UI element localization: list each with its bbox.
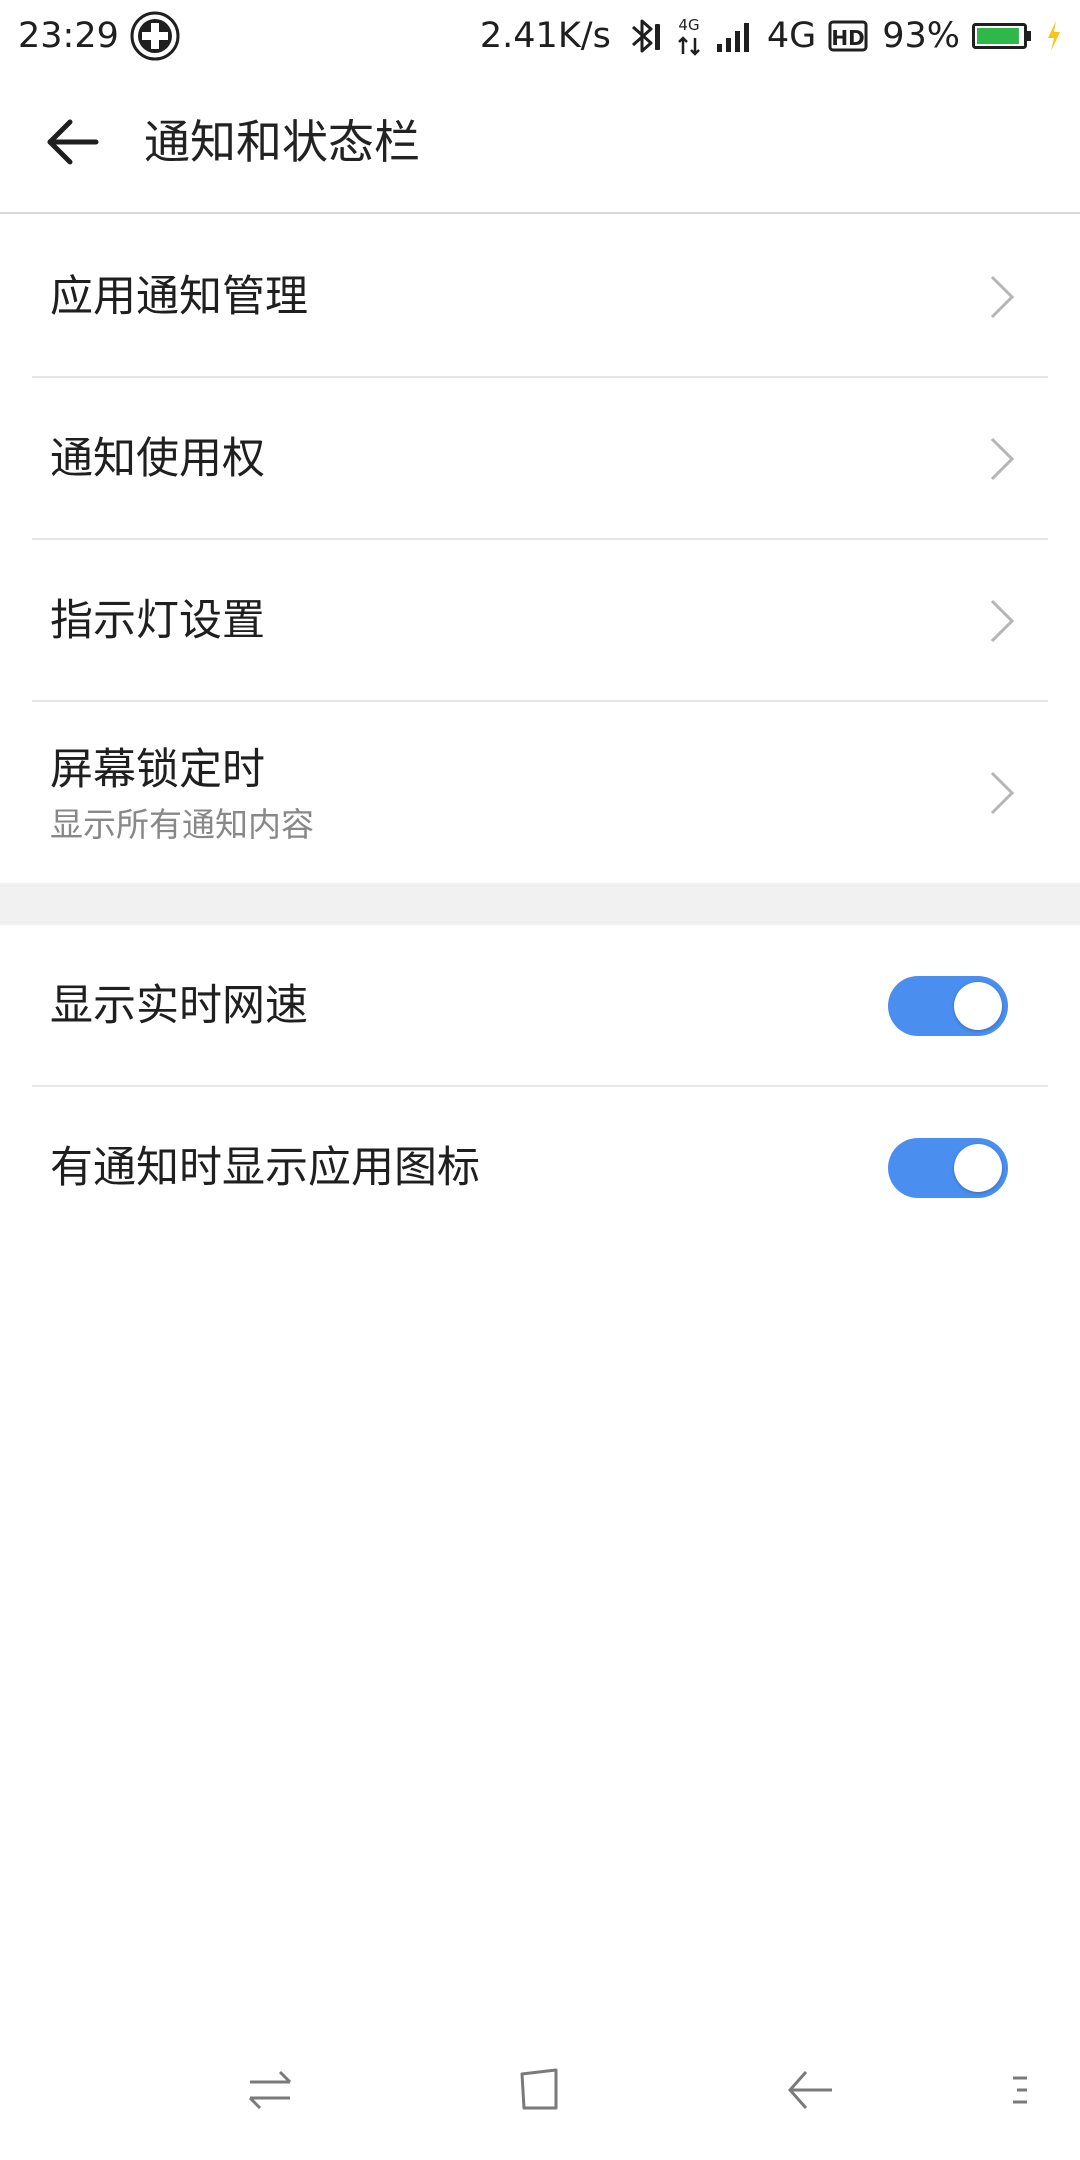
settings-item-subtitle: 显示所有通知内容	[50, 805, 314, 844]
page-title: 通知和状态栏	[144, 115, 420, 169]
small-network-label: 4G	[678, 16, 699, 34]
menu-button[interactable]	[1005, 2060, 1035, 2120]
data-arrows-icon: 4G	[675, 14, 703, 58]
settings-item-lock-screen[interactable]: 屏幕锁定时 显示所有通知内容	[0, 702, 1080, 883]
hd-badge: HD	[828, 19, 868, 53]
bluetooth-icon	[627, 16, 663, 56]
settings-item-label: 显示实时网速	[50, 981, 308, 1031]
plus-circle-icon	[129, 10, 181, 62]
charging-bolt-icon	[1046, 20, 1062, 52]
battery-icon	[972, 21, 1034, 51]
settings-item-app-notifications[interactable]: 应用通知管理	[0, 216, 1080, 378]
back-button[interactable]	[40, 110, 104, 174]
settings-item-notification-access[interactable]: 通知使用权	[0, 378, 1080, 540]
notification-settings-list: 应用通知管理 通知使用权 指示灯设置 屏幕锁定时 显示所有通知内容	[0, 216, 1080, 883]
square-icon	[520, 2068, 558, 2110]
settings-item-realtime-speed[interactable]: 显示实时网速	[0, 925, 1080, 1087]
settings-item-notification-icons[interactable]: 有通知时显示应用图标	[0, 1087, 1080, 1249]
settings-item-label: 应用通知管理	[50, 272, 308, 322]
chevron-right-icon	[990, 437, 1015, 481]
toggle-knob	[954, 982, 1002, 1030]
back-arrow-icon	[787, 2071, 832, 2109]
network-type: 4G	[766, 16, 817, 56]
system-nav-bar	[0, 2040, 1080, 2140]
nav-back-button[interactable]	[780, 2060, 840, 2120]
home-button[interactable]	[510, 2060, 570, 2120]
recents-button[interactable]	[240, 2060, 300, 2120]
battery-percent: 93%	[882, 16, 960, 56]
chevron-right-icon	[990, 771, 1015, 814]
app-header: 通知和状态栏	[0, 72, 1080, 214]
net-speed: 2.41K/s	[479, 16, 611, 56]
status-time: 23:29	[18, 16, 119, 56]
status-bar-left: 23:29	[18, 10, 181, 62]
settings-item-label: 通知使用权	[50, 434, 265, 484]
settings-item-indicator-light[interactable]: 指示灯设置	[0, 540, 1080, 702]
toggle-knob	[954, 1144, 1002, 1192]
status-bar-settings-list: 显示实时网速 有通知时显示应用图标	[0, 925, 1080, 1249]
status-bar: 23:29 2.41K/s 4G 4G HD 93%	[0, 0, 1080, 72]
settings-item-label: 有通知时显示应用图标	[50, 1143, 480, 1193]
realtime-speed-toggle[interactable]	[888, 976, 1008, 1036]
swap-arrows-icon	[248, 2070, 292, 2110]
chevron-right-icon	[990, 599, 1015, 643]
signal-icon	[715, 18, 755, 54]
settings-item-text: 屏幕锁定时 显示所有通知内容	[50, 740, 314, 848]
menu-lines-icon	[1013, 2076, 1027, 2104]
notification-icons-toggle[interactable]	[888, 1138, 1008, 1198]
settings-item-label: 指示灯设置	[50, 596, 265, 646]
status-bar-right: 2.41K/s 4G 4G HD 93%	[468, 14, 1062, 58]
chevron-right-icon	[990, 275, 1015, 319]
section-divider	[0, 883, 1080, 925]
arrow-left-icon	[47, 119, 99, 165]
settings-item-label: 屏幕锁定时	[50, 745, 265, 795]
svg-text:HD: HD	[832, 26, 865, 50]
